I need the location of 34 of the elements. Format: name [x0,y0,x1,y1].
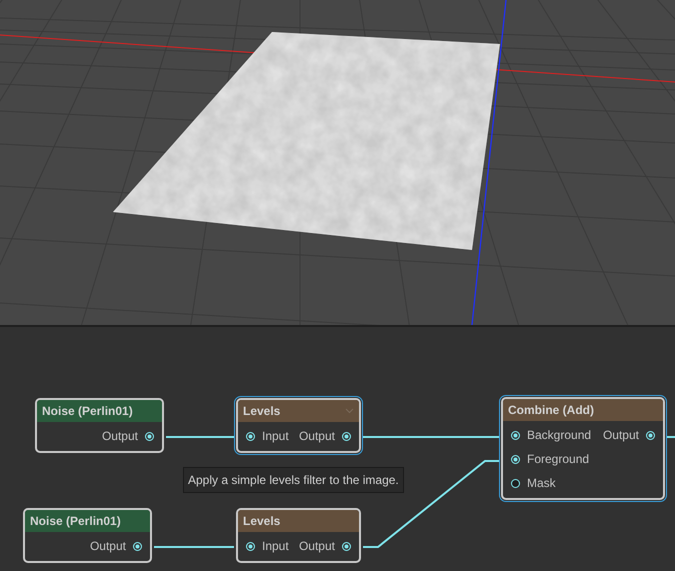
port-label: Output [90,538,126,555]
node-title: Combine (Add) [508,402,594,419]
connection-wire [166,436,234,438]
port-icon[interactable] [246,432,255,440]
port-icon[interactable] [145,432,154,440]
tooltip: Apply a simple levels filter to the image. [183,467,404,493]
port-label: Background [527,427,592,444]
port-label: Input [262,428,289,445]
port-icon[interactable] [133,542,142,550]
graph-node[interactable]: Noise (Perlin01) Output [33,396,166,455]
port-icon[interactable] [511,478,520,488]
port-label: Output [298,538,335,555]
graph-node[interactable]: Noise (Perlin01) Output [21,506,154,565]
port-icon[interactable] [646,430,655,440]
node-title: Noise (Perlin01) [30,513,121,530]
port-icon[interactable] [342,432,351,440]
viewport-scene-drawing[interactable] [0,0,675,325]
port-icon[interactable] [246,542,255,550]
port-icon[interactable] [511,430,520,440]
graph-node[interactable]: Levels Input Output [234,506,363,565]
port-label: Foreground [527,451,590,468]
node-title: Levels [243,513,280,530]
graph-node[interactable]: Combine (Add) Background Output Foreground Mask [499,395,667,502]
graph-node[interactable]: Levels Input Output [234,396,363,455]
node-title: Noise (Perlin01) [42,403,133,420]
port-label: Mask [527,475,556,492]
connection-wire [667,436,675,438]
port-label: Output [102,428,138,445]
node-title: Levels [243,403,280,420]
port-icon[interactable] [511,454,520,464]
port-label: Output [602,427,639,444]
port-icon[interactable] [342,542,351,550]
port-label: Output [298,428,335,445]
port-label: Input [262,538,289,555]
